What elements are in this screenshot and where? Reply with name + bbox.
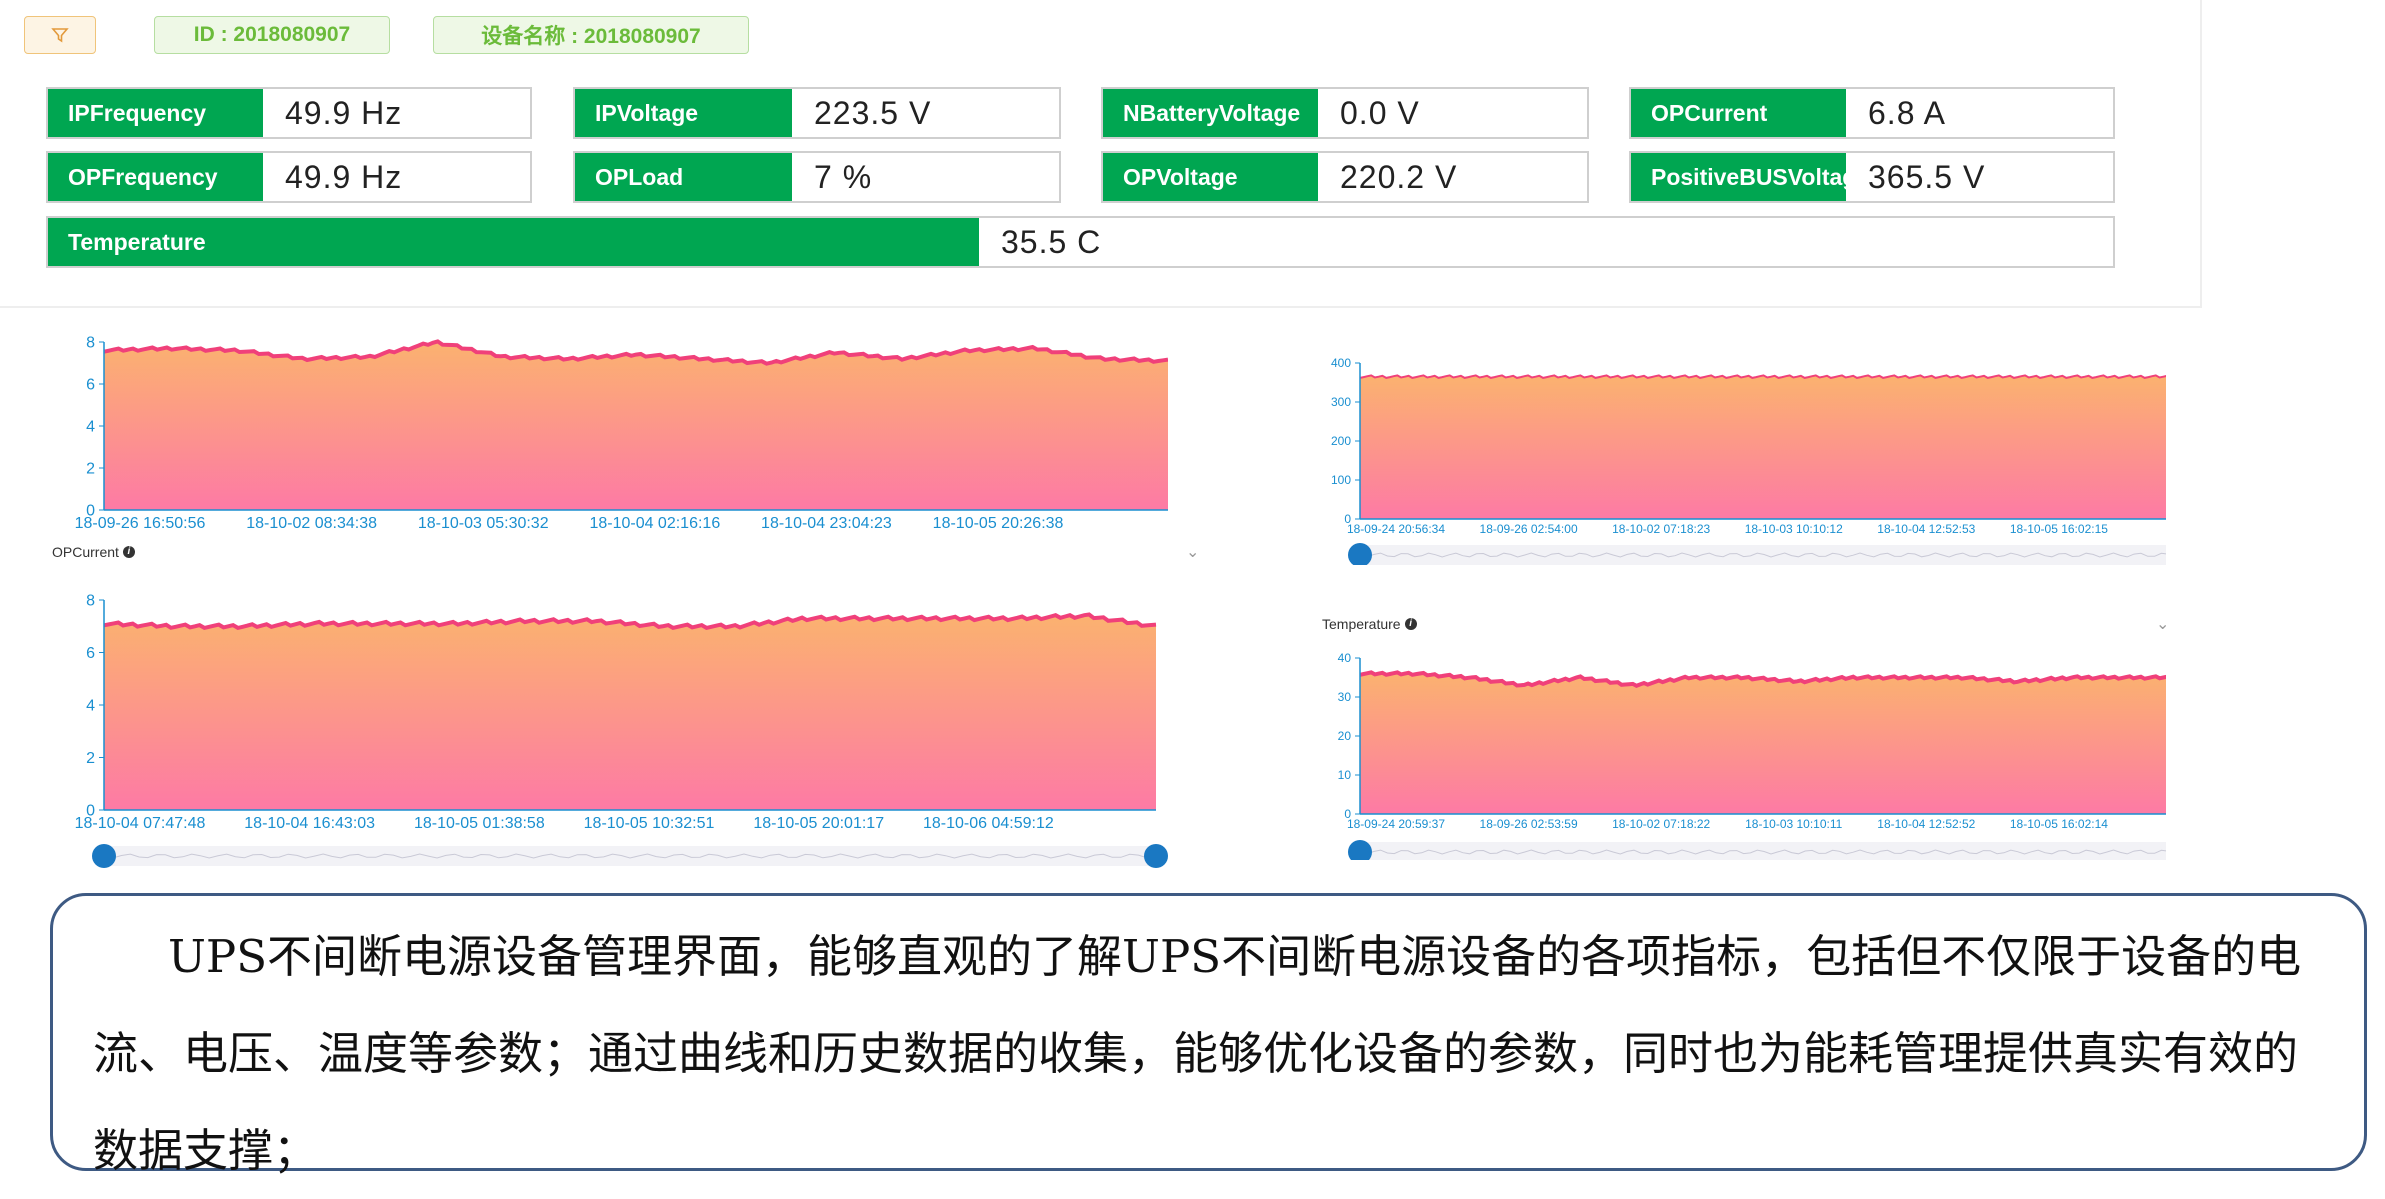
x-tick-label: 18-09-26 16:50:56 bbox=[75, 515, 206, 532]
x-tick-label: 18-10-03 10:10:12 bbox=[1745, 522, 1843, 536]
device-header-panel: ID : 2018080907 设备名称 : 2018080907 IPFreq… bbox=[0, 0, 2202, 308]
x-tick-label: 18-10-04 12:52:52 bbox=[1877, 817, 1975, 831]
chart-svg: 0246818-09-26 16:50:56 18-10-02 08:34:38 1… bbox=[75, 335, 1169, 532]
y-tick-label: 2 bbox=[86, 461, 95, 478]
metric-label: OPFrequency bbox=[48, 153, 263, 201]
metric-value: 49.9 Hz bbox=[285, 94, 403, 131]
description-text: UPS不间断电源设备管理界面，能够直观的了解UPS不间断电源设备的各项指标，包括… bbox=[93, 930, 2302, 1177]
metric-label: PositiveBUSVoltage bbox=[1631, 153, 1846, 201]
metric-value: 6.8 A bbox=[1868, 94, 1946, 131]
filter-button[interactable] bbox=[24, 16, 96, 54]
chart-svg: 010020030040018-09-24 20:56:34 18-09-26 0… bbox=[1331, 356, 2194, 567]
metric-value: 365.5 V bbox=[1868, 158, 1986, 195]
device-name-tag: 设备名称 : 2018080907 bbox=[433, 16, 749, 54]
x-tick-label: 18-10-02 07:18:22 bbox=[1612, 817, 1710, 831]
metric-label: OPLoad bbox=[575, 153, 792, 201]
info-icon[interactable]: i bbox=[1404, 618, 1417, 630]
zoom-slider-track[interactable] bbox=[104, 846, 1156, 866]
series-area bbox=[1360, 375, 2182, 519]
metric-opvoltage: OPVoltage 220.2 V bbox=[1101, 151, 1589, 203]
x-tick-label: 18-10-02 07:18:23 bbox=[1612, 522, 1710, 536]
x-tick-label: 18-10-03 05:30:32 bbox=[418, 515, 549, 532]
chart-title-text: Temperature bbox=[1322, 616, 1401, 632]
y-tick-label: 300 bbox=[1331, 395, 1351, 409]
metric-opload: OPLoad 7 % bbox=[573, 151, 1061, 203]
x-tick-label: 18-10-04 23:04:23 bbox=[761, 515, 892, 532]
metric-ipfrequency: IPFrequency 49.9 Hz bbox=[46, 87, 532, 139]
x-tick-label: 18-10-05 20:01:17 bbox=[753, 815, 884, 832]
x-tick-label: 18-10-04 07:47:48 bbox=[75, 815, 206, 832]
y-tick-label: 40 bbox=[1338, 651, 1352, 665]
metric-value: 7 % bbox=[814, 158, 873, 195]
filter-icon bbox=[51, 28, 69, 43]
metric-opcurrent: OPCurrent 6.8 A bbox=[1629, 87, 2115, 139]
y-tick-label: 20 bbox=[1338, 729, 1352, 743]
y-tick-label: 200 bbox=[1331, 434, 1351, 448]
x-tick-label: 18-10-05 01:38:58 bbox=[414, 815, 545, 832]
metric-nbatteryvoltage: NBatteryVoltage 0.0 V bbox=[1101, 87, 1589, 139]
zoom-slider-track[interactable] bbox=[1360, 545, 2182, 565]
series-area bbox=[104, 341, 1168, 510]
chart-svg: 0246818-10-04 07:47:48 18-10-04 16:43:03 1… bbox=[75, 593, 1168, 868]
x-tick-label: 18-10-05 10:32:51 bbox=[584, 815, 715, 832]
device-id-tag: ID : 2018080907 bbox=[154, 16, 390, 54]
x-tick-label: 18-10-04 12:52:53 bbox=[1877, 522, 1975, 536]
x-tick-label: 18-10-05 16:02:14 bbox=[2010, 817, 2108, 831]
x-tick-label: 18-10-04 02:16:16 bbox=[589, 515, 720, 532]
metric-label: NBatteryVoltage bbox=[1103, 89, 1318, 137]
metric-positivebusvoltage: PositiveBUSVoltage 365.5 V bbox=[1629, 151, 2115, 203]
y-tick-label: 100 bbox=[1331, 473, 1351, 487]
metric-value: 49.9 Hz bbox=[285, 158, 403, 195]
metric-label: IPFrequency bbox=[48, 89, 263, 137]
x-tick-label: 18-09-26 02:53:59 bbox=[1480, 817, 1578, 831]
metric-label: IPVoltage bbox=[575, 89, 792, 137]
metric-value: 35.5 C bbox=[1001, 223, 1102, 260]
chevron-down-icon[interactable]: ⌄ bbox=[1186, 542, 1199, 562]
chart-opcurrent-history: 0 2 4 6 8 18-09-26 16:50:56 18-10-02 08:34:38 1… bbox=[48, 330, 1169, 550]
y-tick-label: 400 bbox=[1331, 356, 1351, 370]
x-tick-label: 18-10-04 16:43:03 bbox=[244, 815, 375, 832]
description-callout: UPS不间断电源设备管理界面，能够直观的了解UPS不间断电源设备的各项指标，包括… bbox=[50, 893, 2367, 1177]
x-tick-label: 18-09-26 02:54:00 bbox=[1480, 522, 1578, 536]
metric-value: 220.2 V bbox=[1340, 158, 1458, 195]
metric-label: OPVoltage bbox=[1103, 153, 1318, 201]
x-tick-label: 18-10-06 04:59:12 bbox=[923, 815, 1054, 832]
y-tick-label: 8 bbox=[86, 335, 95, 352]
y-tick-label: 4 bbox=[86, 698, 95, 715]
metric-temperature: Temperature 35.5 C bbox=[46, 216, 2115, 268]
x-tick-label: 18-10-05 16:02:15 bbox=[2010, 522, 2108, 536]
metric-opfrequency: OPFrequency 49.9 Hz bbox=[46, 151, 532, 203]
metric-ipvoltage: IPVoltage 223.5 V bbox=[573, 87, 1061, 139]
chart-bus-voltage-history: 0 100 200 300 400 18-09-24 20:56:34 18-09-26 0… bbox=[1318, 355, 2194, 567]
chart-svg: 01020304018-09-24 20:59:37 18-09-26 02:53… bbox=[1338, 651, 2194, 864]
x-tick-label: 18-10-05 20:26:38 bbox=[933, 515, 1064, 532]
chart-title-temperature: Temperature i bbox=[1322, 616, 1417, 632]
y-tick-label: 6 bbox=[86, 377, 95, 394]
metric-label: OPCurrent bbox=[1631, 89, 1846, 137]
y-tick-label: 6 bbox=[86, 645, 95, 662]
y-tick-label: 30 bbox=[1338, 690, 1352, 704]
metric-value: 223.5 V bbox=[814, 94, 932, 131]
series-area bbox=[104, 614, 1156, 810]
y-tick-label: 10 bbox=[1338, 768, 1352, 782]
zoom-slider-handle[interactable] bbox=[92, 844, 116, 868]
metric-value: 0.0 V bbox=[1340, 94, 1420, 131]
y-tick-label: 2 bbox=[86, 750, 95, 767]
chart-opcurrent-zoom: 0 2 4 6 8 18-10-04 07:47:48 18-10-04 16:43:03 1… bbox=[48, 588, 1168, 878]
x-tick-label: 18-10-02 08:34:38 bbox=[246, 515, 377, 532]
chevron-down-icon[interactable]: ⌄ bbox=[2156, 614, 2169, 634]
x-tick-label: 18-09-24 20:56:34 bbox=[1347, 522, 1445, 536]
chart-temperature-history: 0 10 20 30 40 18-09-24 20:59:37 18-09-26 02:53… bbox=[1318, 648, 2194, 864]
zoom-slider-handle[interactable] bbox=[1144, 844, 1168, 868]
series-area bbox=[1360, 672, 2182, 814]
y-tick-label: 4 bbox=[86, 419, 95, 436]
metric-label: Temperature bbox=[48, 218, 979, 266]
x-tick-label: 18-09-24 20:59:37 bbox=[1347, 817, 1445, 831]
x-tick-label: 18-10-03 10:10:11 bbox=[1745, 817, 1843, 831]
y-tick-label: 8 bbox=[86, 593, 95, 610]
